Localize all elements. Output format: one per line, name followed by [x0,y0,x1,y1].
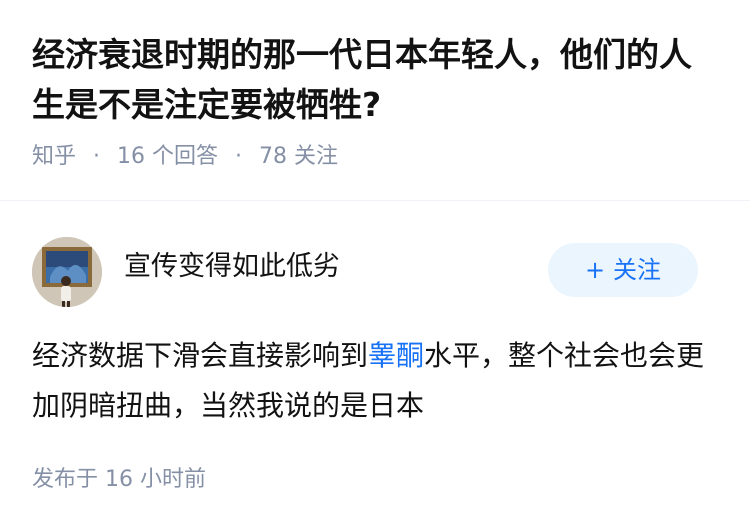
content-keyword-link[interactable]: 睾酮 [368,339,424,372]
follow-button-label: 关注 [613,256,662,284]
content-text: 经济数据下滑会直接影响到 [32,339,369,372]
question-meta: 知乎 · 16 个回答 · 78 关注 [32,142,722,172]
plus-icon: + [584,256,606,284]
answer-content[interactable]: 经济数据下滑会直接影响到睾酮水平，整个社会也会更加阴暗扭曲，当然我说的是日本 [32,331,722,431]
page: 经济衰退时期的那一代日本年轻人，他们的人生是不是注定要被牺牲? 知乎 · 16 … [0,0,750,532]
meta-separator: · [93,144,101,169]
avatar-image-icon [32,237,102,307]
author-name[interactable]: 宣传变得如此低劣 [124,249,340,285]
source-label[interactable]: 知乎 [32,144,76,169]
follow-button[interactable]: + 关注 [548,243,698,297]
avatar[interactable] [32,237,102,307]
question-header: 经济衰退时期的那一代日本年轻人，他们的人生是不是注定要被牺牲? 知乎 · 16 … [32,30,722,172]
answer-count[interactable]: 16 个回答 [117,144,218,169]
follower-count: 78 关注 [259,144,339,169]
publish-time: 发布于 16 小时前 [32,467,206,492]
meta-separator: · [235,144,243,169]
question-title[interactable]: 经济衰退时期的那一代日本年轻人，他们的人生是不是注定要被牺牲? [32,30,722,130]
section-divider [0,200,750,201]
